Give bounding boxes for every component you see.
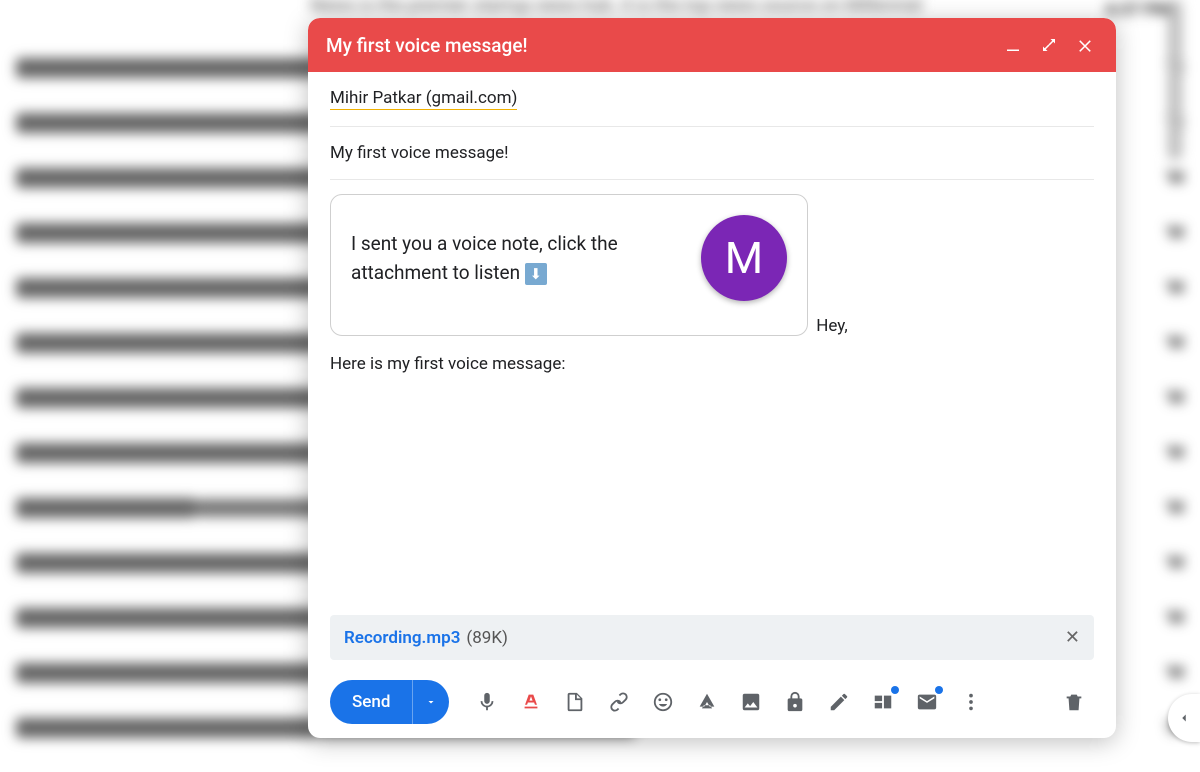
voice-note-card: I sent you a voice note, click the attac… (330, 194, 808, 336)
send-options-button[interactable] (412, 680, 449, 724)
signature-icon[interactable] (819, 682, 859, 722)
recipient-chip[interactable]: Mihir Patkar (gmail.com) (330, 88, 517, 110)
bg-time-first: 6:37 PM (1106, 0, 1170, 20)
body-inline-text: Hey, (816, 316, 848, 336)
recipients-field[interactable]: Mihir Patkar (gmail.com) (330, 72, 1094, 127)
close-button[interactable] (1072, 32, 1098, 58)
sender-avatar: M (701, 215, 787, 301)
send-button[interactable]: Send (330, 680, 412, 724)
attach-file-icon[interactable] (555, 682, 595, 722)
note-card-text: I sent you a voice note, click the attac… (351, 229, 671, 288)
attachment-chip[interactable]: Recording.mp3 (89K) ✕ (330, 615, 1094, 660)
discard-draft-icon[interactable] (1054, 682, 1094, 722)
schedule-send-icon[interactable] (907, 682, 947, 722)
fullscreen-button[interactable] (1036, 32, 1062, 58)
voice-record-icon[interactable] (467, 682, 507, 722)
scrollbar[interactable] (1168, 0, 1182, 160)
compose-toolbar: Send (308, 670, 1116, 738)
bg-headline: News is the premier startup news hub. It… (310, 0, 922, 16)
compose-header[interactable]: My first voice message! (308, 18, 1116, 72)
minimize-button[interactable] (1000, 32, 1026, 58)
insert-image-icon[interactable] (731, 682, 771, 722)
compose-body[interactable]: I sent you a voice note, click the attac… (308, 180, 1116, 615)
body-line: Here is my first voice message: (330, 354, 1094, 374)
send-button-group: Send (330, 680, 449, 724)
subject-field[interactable]: My first voice message! (330, 127, 1094, 180)
formatting-icon[interactable] (511, 682, 551, 722)
templates-icon[interactable] (863, 682, 903, 722)
attachment-remove-icon[interactable]: ✕ (1065, 627, 1080, 648)
insert-link-icon[interactable] (599, 682, 639, 722)
confidential-mode-icon[interactable] (775, 682, 815, 722)
attachment-size: (89K) (466, 628, 508, 648)
down-arrow-icon: ⬇ (525, 263, 547, 285)
emoji-icon[interactable] (643, 682, 683, 722)
more-options-icon[interactable] (951, 682, 991, 722)
attachment-name[interactable]: Recording.mp3 (344, 628, 460, 648)
compose-title: My first voice message! (326, 34, 990, 57)
compose-window: My first voice message! Mihir Patkar (gm… (308, 18, 1116, 738)
drive-icon[interactable] (687, 682, 727, 722)
